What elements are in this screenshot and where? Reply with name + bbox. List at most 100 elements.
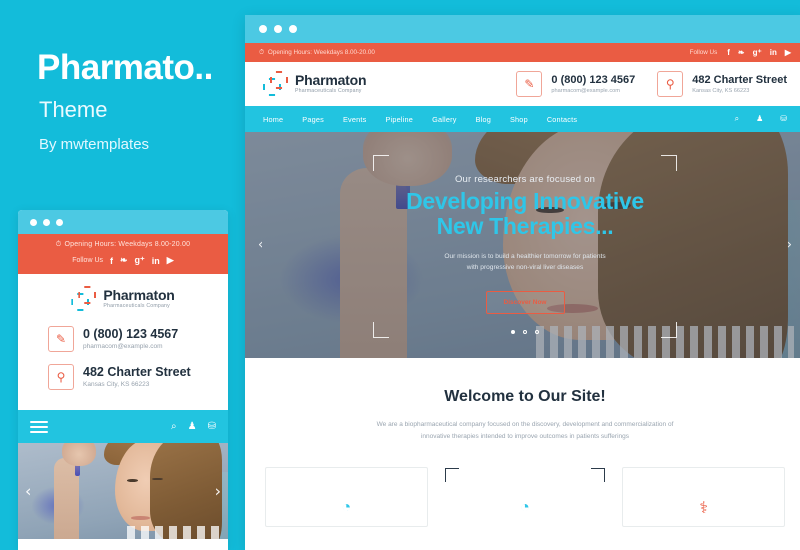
cart-icon[interactable]: ⛁ bbox=[780, 114, 787, 124]
promo-author: By mwtemplates bbox=[39, 136, 150, 153]
mobile-address-block[interactable]: ⚲ 482 Charter Street Kansas City, KS 662… bbox=[48, 364, 214, 390]
mobile-brand[interactable]: Pharmaton Pharmaceuticals Company bbox=[32, 286, 214, 312]
window-dot-maximize[interactable] bbox=[56, 218, 63, 226]
address-street: 482 Charter Street bbox=[692, 73, 787, 86]
orange-flask-icon: ⚕ bbox=[699, 499, 708, 517]
welcome-description: We are a biopharmaceutical company focus… bbox=[315, 419, 735, 444]
hero-desc-line1: Our mission is to build a healthier tomo… bbox=[444, 252, 606, 260]
address-city: Kansas City, KS 66223 bbox=[83, 381, 150, 389]
window-dot-maximize[interactable] bbox=[289, 25, 297, 33]
google-plus-icon[interactable]: g⁺ bbox=[753, 48, 762, 57]
clock-icon: ⏱ bbox=[259, 48, 264, 56]
google-plus-icon[interactable]: g⁺ bbox=[135, 255, 145, 266]
twitter-icon[interactable]: ❧ bbox=[738, 48, 745, 57]
feature-card-3[interactable]: ⚕ bbox=[622, 466, 786, 527]
welcome-title: Welcome to Our Site! bbox=[444, 388, 606, 405]
mobile-opening-hours: ⏱ Opening Hours: Weekdays 8.00-20.00 bbox=[18, 241, 228, 249]
brand-name: Pharmaton bbox=[103, 287, 175, 304]
clock-icon: ⏱ bbox=[55, 241, 62, 248]
feature-card-1[interactable]: ◔ bbox=[265, 466, 428, 527]
discover-now-button[interactable]: Discover Now bbox=[485, 291, 565, 315]
linkedin-icon[interactable]: in bbox=[152, 256, 160, 266]
slider-dot-3[interactable] bbox=[535, 330, 539, 335]
search-icon[interactable]: ⌕ bbox=[171, 421, 177, 432]
follow-us-label: Follow Us bbox=[689, 49, 718, 56]
pharmaton-cross-logo-icon bbox=[71, 286, 97, 312]
desktop-window-chrome bbox=[245, 15, 800, 43]
search-icon[interactable]: ⌕ bbox=[735, 114, 739, 124]
youtube-icon[interactable]: ▶ bbox=[167, 255, 174, 266]
nav-item-events[interactable]: Events bbox=[343, 115, 367, 124]
facebook-icon[interactable]: f bbox=[110, 256, 113, 266]
nav-item-pipeline[interactable]: Pipeline bbox=[385, 115, 413, 124]
nav-item-home[interactable]: Home bbox=[263, 115, 283, 124]
welcome-section: Welcome to Our Site! We are a biopharmac… bbox=[245, 358, 800, 444]
feature-card-2[interactable]: ◔ bbox=[444, 467, 607, 527]
hero-photo bbox=[18, 443, 228, 539]
brand-tagline: Pharmaceuticals Company bbox=[295, 88, 362, 95]
user-icon[interactable]: ♟ bbox=[188, 421, 197, 432]
brand[interactable]: Pharmaton Pharmaceuticals Company bbox=[263, 71, 367, 97]
mobile-contacts: ✎ 0 (800) 123 4567 pharmacom@example.com… bbox=[32, 326, 214, 390]
opening-hours: ⏱ Opening Hours: Weekdays 8.00-20.00 bbox=[259, 49, 375, 57]
hero-slider: Our researchers are focused on Developin… bbox=[245, 132, 800, 358]
brand-tagline: Pharmaceuticals Company bbox=[103, 303, 170, 310]
hero-prev-arrow[interactable]: ‹ bbox=[258, 238, 263, 253]
nav-item-shop[interactable]: Shop bbox=[510, 115, 528, 124]
linkedin-icon[interactable]: in bbox=[770, 48, 777, 57]
nav-item-pages[interactable]: Pages bbox=[302, 115, 324, 124]
mobile-opening-hours-text: Opening Hours: Weekdays 8.00-20.00 bbox=[64, 241, 191, 248]
screenshot-stage: Pharmato.. Theme By mwtemplates ⏱ Opening… bbox=[0, 0, 800, 550]
hero-eyebrow: Our researchers are focused on bbox=[454, 174, 596, 185]
slider-dot-2[interactable] bbox=[523, 330, 527, 335]
window-dot-minimize[interactable] bbox=[274, 25, 282, 33]
mobile-navbar: ⌕ ♟ ⛁ bbox=[18, 410, 228, 443]
cyan-circle-icon: ◔ bbox=[341, 498, 352, 516]
hero-next-arrow[interactable]: › bbox=[787, 238, 792, 253]
twitter-icon[interactable]: ❧ bbox=[120, 255, 128, 266]
mobile-phone-block[interactable]: ✎ 0 (800) 123 4567 pharmacom@example.com bbox=[48, 326, 214, 352]
mobile-slider-prev-arrow[interactable]: ‹ bbox=[25, 482, 31, 501]
mobile-header-body: Pharmaton Pharmaceuticals Company ✎ 0 (8… bbox=[18, 274, 228, 398]
phone-number: 0 (800) 123 4567 bbox=[551, 73, 636, 86]
facebook-icon[interactable]: f bbox=[727, 48, 730, 57]
hero-desc-line2: with progressive non-viral liver disease… bbox=[466, 263, 584, 271]
main-navbar: Home Pages Events Pipeline Gallery Blog … bbox=[245, 106, 800, 132]
window-dot-close[interactable] bbox=[30, 218, 37, 226]
mobile-preview-window: ⏱ Opening Hours: Weekdays 8.00-20.00 Foll… bbox=[18, 210, 228, 550]
phone-icon: ✎ bbox=[48, 326, 74, 352]
slider-dot-1[interactable] bbox=[511, 330, 515, 335]
cyan-circle-icon: ◔ bbox=[520, 498, 530, 516]
window-dot-close[interactable] bbox=[259, 25, 267, 33]
mobile-social-links: Follow Us f ❧ g⁺ in ▶ bbox=[18, 255, 228, 266]
hero-slider-dots bbox=[511, 330, 539, 335]
map-pin-icon: ⚲ bbox=[657, 71, 684, 97]
header-contacts: ✎ 0 (800) 123 4567 pharmacom@example.com… bbox=[516, 71, 787, 97]
cart-icon[interactable]: ⛁ bbox=[208, 421, 216, 432]
contact-email: pharmacom@example.com bbox=[551, 88, 620, 95]
welcome-desc-line2: innovative therapies intended to improve… bbox=[420, 433, 629, 441]
address-city: Kansas City, KS 66223 bbox=[692, 88, 750, 95]
map-pin-icon: ⚲ bbox=[48, 364, 74, 390]
desktop-topbar: ⏱ Opening Hours: Weekdays 8.00-20.00 Fol… bbox=[245, 43, 800, 62]
brand-name: Pharmaton bbox=[295, 72, 367, 89]
user-icon[interactable]: ♟ bbox=[756, 114, 763, 124]
window-dot-minimize[interactable] bbox=[43, 218, 50, 226]
desktop-header: Pharmaton Pharmaceuticals Company ✎ 0 (8… bbox=[245, 62, 800, 106]
desktop-preview-window: ⏱ Opening Hours: Weekdays 8.00-20.00 Fol… bbox=[245, 15, 800, 550]
hamburger-menu-icon[interactable] bbox=[30, 420, 48, 433]
mobile-window-chrome bbox=[18, 210, 228, 234]
hero-title-line2: New Therapies... bbox=[436, 212, 614, 239]
nav-item-contacts[interactable]: Contacts bbox=[547, 115, 577, 124]
mobile-hero-slider: ‹ › bbox=[18, 443, 228, 539]
pharmaton-cross-logo-icon bbox=[263, 71, 289, 97]
youtube-icon[interactable]: ▶ bbox=[785, 48, 791, 57]
hero-title-line1: Developing Innovative bbox=[406, 188, 644, 214]
nav-item-gallery[interactable]: Gallery bbox=[432, 115, 457, 124]
address-block[interactable]: ⚲ 482 Charter Street Kansas City, KS 662… bbox=[657, 71, 787, 97]
mobile-slider-next-arrow[interactable]: › bbox=[215, 482, 221, 501]
nav-list: Home Pages Events Pipeline Gallery Blog … bbox=[263, 115, 577, 124]
contact-email: pharmacom@example.com bbox=[83, 343, 163, 351]
phone-block[interactable]: ✎ 0 (800) 123 4567 pharmacom@example.com bbox=[516, 71, 635, 97]
nav-item-blog[interactable]: Blog bbox=[476, 115, 491, 124]
